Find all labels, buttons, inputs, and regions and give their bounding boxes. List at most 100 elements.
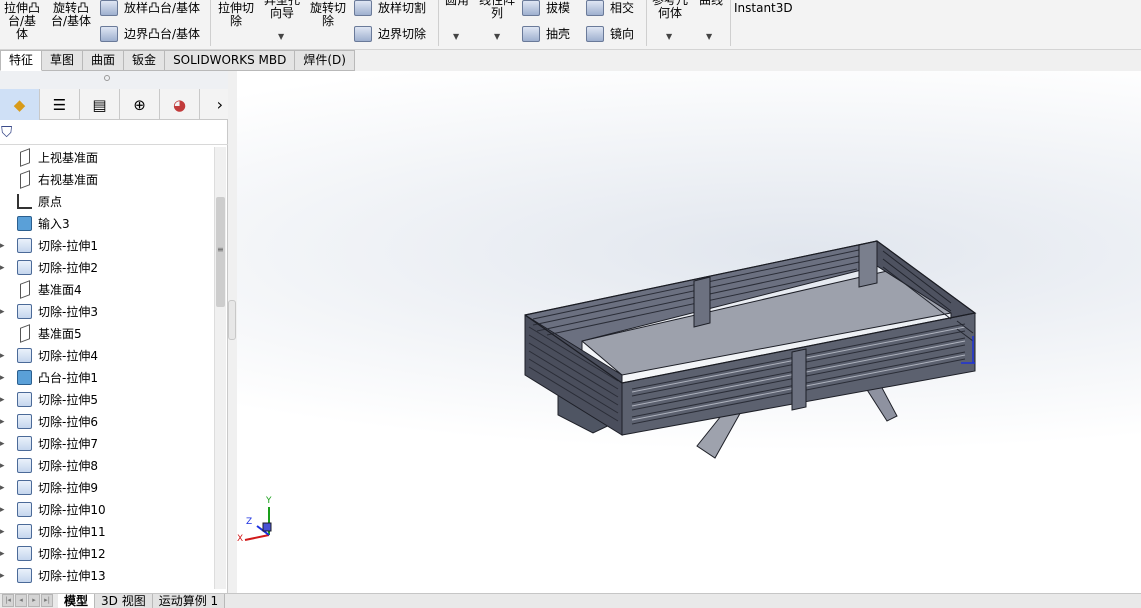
tab-sheet-metal[interactable]: 钣金 [124,50,166,71]
prev-tab-icon[interactable]: ◂ [15,594,27,607]
loft-boss-button[interactable]: 放样凸台/基体 [100,0,200,16]
tab-mbd[interactable]: SOLIDWORKS MBD [165,50,296,71]
tree-item[interactable]: ▸ 切除-拉伸12 [0,543,214,565]
expand-arrow-icon[interactable]: ▸ [0,301,5,323]
view-settings-icon[interactable]: ▭ [803,71,823,73]
graphics-area[interactable]: Y Z X ⌕ ⌕ ↶ ◧ ✎ ⬚▼ ◪▼ ◉▼ ◕ ▦▼ ▭▼ ◂ ▸ – ❐ [237,71,1141,593]
tree-item[interactable]: 基准面4 [0,279,214,301]
tree-item[interactable]: 右视基准面 [0,169,214,191]
apply-scene-icon[interactable]: ▦ [766,71,786,73]
expand-arrow-icon[interactable]: ▸ [0,455,5,477]
tree-item[interactable]: ▸ 切除-拉伸1 [0,235,214,257]
tree-item[interactable]: ▸ 切除-拉伸3 [0,301,214,323]
tree-item[interactable]: ▸ 凸台-拉伸1 [0,367,214,389]
zoom-to-fit-icon[interactable]: ⌕ [520,71,540,73]
curves-dropdown-icon[interactable]: ▼ [706,32,712,41]
section-view-icon[interactable]: ◧ [589,71,609,73]
view-orientation-icon[interactable]: ⬚ [635,71,655,73]
tab-model[interactable]: 模型 [58,594,96,608]
tree-item-label: 上视基准面 [38,151,99,165]
cut-extrude-icon [17,304,32,319]
expand-arrow-icon[interactable]: ▸ [0,477,5,499]
fillet-button[interactable]: 圆角 [442,0,472,7]
boundary-boss-button[interactable]: 边界凸台/基体 [100,26,200,42]
tree-filter-row[interactable]: ⛉ [0,121,228,145]
expand-arrow-icon[interactable]: ▸ [0,411,5,433]
cut-extrude-icon [17,414,32,429]
previous-view-icon[interactable]: ↶ [566,71,586,73]
expand-arrow-icon[interactable]: ▸ [0,235,5,257]
expand-arrow-icon[interactable]: ▸ [0,565,5,587]
tree-item-label: 凸台-拉伸1 [38,371,98,385]
zoom-to-area-icon[interactable]: ⌕ [543,71,563,73]
solidworks-window: 拉伸凸 台/基体 旋转凸 台/基体 放样凸台/基体 边界凸台/基体 拉伸切 除 … [0,0,1141,608]
tree-item[interactable]: 基准面5 [0,323,214,345]
linear-pattern-button[interactable]: 线性阵 列 [476,0,518,20]
extrude-cut-button[interactable]: 拉伸切 除 [214,2,258,28]
panel-grip[interactable] [0,71,228,89]
tree-item[interactable]: ▸ 切除-拉伸4 [0,345,214,367]
shell-button[interactable]: 抽壳 [522,26,570,42]
revolve-boss-button[interactable]: 旋转凸 台/基体 [50,2,92,28]
linear-pattern-dropdown-icon[interactable]: ▼ [494,32,500,41]
tree-item[interactable]: 输入3 [0,213,214,235]
instant3d-button[interactable]: Instant3D [734,2,793,15]
panel-splitter[interactable] [228,300,236,340]
display-manager-tab[interactable]: ◕ [160,89,200,120]
display-style-icon[interactable]: ◪ [671,71,691,73]
expand-arrow-icon[interactable]: ▸ [0,389,5,411]
reference-geometry-button[interactable]: 参考几 何体 [650,0,690,20]
draft-button[interactable]: 拔模 [522,0,570,16]
boundary-cut-button[interactable]: 边界切除 [354,26,426,42]
tree-item[interactable]: 原点 [0,191,214,213]
tree-item[interactable]: ▸ 切除-拉伸9 [0,477,214,499]
fillet-dropdown-icon[interactable]: ▼ [453,32,459,41]
expand-arrow-icon[interactable]: ▸ [0,499,5,521]
hide-show-items-icon[interactable]: ◉ [707,71,727,73]
expand-arrow-icon[interactable]: ▸ [0,257,5,279]
expand-arrow-icon[interactable]: ▸ [0,433,5,455]
tree-item[interactable]: ▸ 切除-拉伸13 [0,565,214,587]
edit-appearance-icon[interactable]: ◕ [743,71,763,73]
boundary-boss-icon [100,26,118,42]
tree-item[interactable]: ▸ 切除-拉伸8 [0,455,214,477]
tree-item-label: 切除-拉伸1 [38,239,98,253]
chevron-right-icon[interactable]: › [217,95,223,114]
dimxpert-manager-tab[interactable]: ⊕ [120,89,160,120]
feature-manager-tab[interactable]: ◆ [0,89,40,120]
extrude-boss-button[interactable]: 拉伸凸 台/基体 [2,2,42,41]
reference-geometry-dropdown-icon[interactable]: ▼ [666,32,672,41]
expand-arrow-icon[interactable]: ▸ [0,367,5,389]
expand-arrow-icon[interactable]: ▸ [0,345,5,367]
mirror-button[interactable]: 镜向 [586,26,634,42]
dynamic-annotation-icon[interactable]: ✎ [612,71,632,73]
tree-item[interactable]: ▸ 切除-拉伸6 [0,411,214,433]
tree-item[interactable]: ▸ 切除-拉伸10 [0,499,214,521]
tree-item[interactable]: 上视基准面 [0,147,214,169]
next-tab-icon[interactable]: ▸ [28,594,40,607]
revolve-cut-button[interactable]: 旋转切 除 [306,2,350,28]
last-tab-icon[interactable]: ▸| [41,594,53,607]
tree-item[interactable]: ▸ 切除-拉伸7 [0,433,214,455]
tab-3d-views[interactable]: 3D 视图 [95,594,153,608]
tree-item[interactable]: ▸ 切除-拉伸5 [0,389,214,411]
property-manager-tab[interactable]: ☰ [40,89,80,120]
curves-button[interactable]: 曲线 [694,0,728,7]
intersect-button[interactable]: 相交 [586,0,634,16]
scrollbar-thumb[interactable]: ≡ [216,197,225,307]
tree-item[interactable]: ▸ 切除-拉伸2 [0,257,214,279]
tab-surfaces[interactable]: 曲面 [83,50,125,71]
first-tab-icon[interactable]: |◂ [2,594,14,607]
expand-arrow-icon[interactable]: ▸ [0,543,5,565]
tree-item[interactable]: ▸ 切除-拉伸11 [0,521,214,543]
hole-wizard-button[interactable]: 异型孔 向导 [260,0,304,20]
hole-wizard-dropdown-icon[interactable]: ▼ [278,32,284,41]
feature-tree-scrollbar[interactable]: ≡ [214,147,226,589]
tab-motion-study[interactable]: 运动算例 1 [152,594,226,608]
tab-features[interactable]: 特征 [0,50,43,71]
expand-arrow-icon[interactable]: ▸ [0,521,5,543]
configuration-manager-tab[interactable]: ▤ [80,89,120,120]
loft-cut-button[interactable]: 放样切割 [354,0,426,16]
tab-weldments[interactable]: 焊件(D) [295,50,355,71]
tab-sketch[interactable]: 草图 [42,50,84,71]
